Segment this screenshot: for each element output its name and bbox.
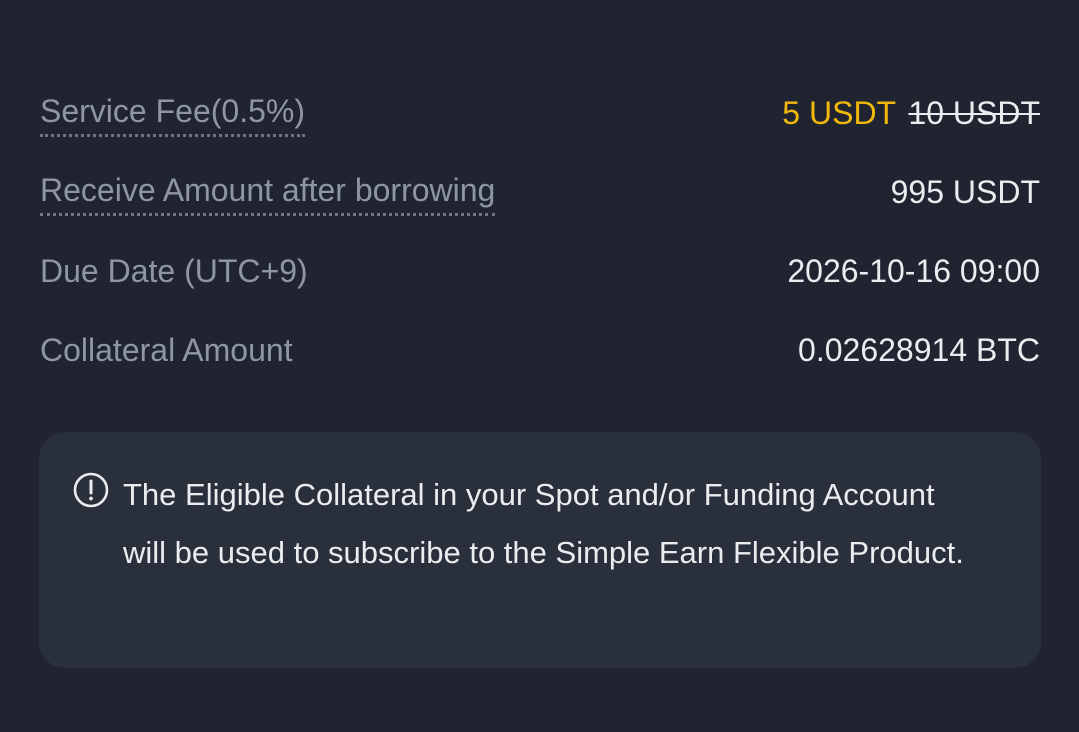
service-fee-original: 10 USDT (908, 95, 1040, 131)
collateral-notice-card: The Eligible Collateral in your Spot and… (39, 432, 1041, 668)
receive-amount-label[interactable]: Receive Amount after borrowing (40, 167, 496, 216)
service-fee-label[interactable]: Service Fee(0.5%) (40, 88, 305, 137)
collateral-amount-value: 0.02628914 BTC (798, 332, 1040, 368)
receive-amount-value: 995 USDT (890, 174, 1040, 210)
due-date-row: Due Date (UTC+9) 2026-10-16 09:00 (40, 246, 1040, 325)
service-fee-row: Service Fee(0.5%) 5 USDT 10 USDT (40, 88, 1040, 167)
loan-details: Service Fee(0.5%) 5 USDT 10 USDT Receive… (40, 88, 1040, 404)
info-circle-icon (73, 472, 109, 508)
service-fee-value: 5 USDT 10 USDT (782, 88, 1040, 138)
due-date-label: Due Date (UTC+9) (40, 253, 308, 289)
due-date-value: 2026-10-16 09:00 (787, 253, 1040, 289)
service-fee-discounted: 5 USDT (782, 95, 896, 131)
collateral-amount-row: Collateral Amount 0.02628914 BTC (40, 325, 1040, 404)
collateral-notice-text: The Eligible Collateral in your Spot and… (123, 477, 964, 570)
receive-amount-row: Receive Amount after borrowing 995 USDT (40, 167, 1040, 246)
collateral-amount-label: Collateral Amount (40, 332, 293, 368)
